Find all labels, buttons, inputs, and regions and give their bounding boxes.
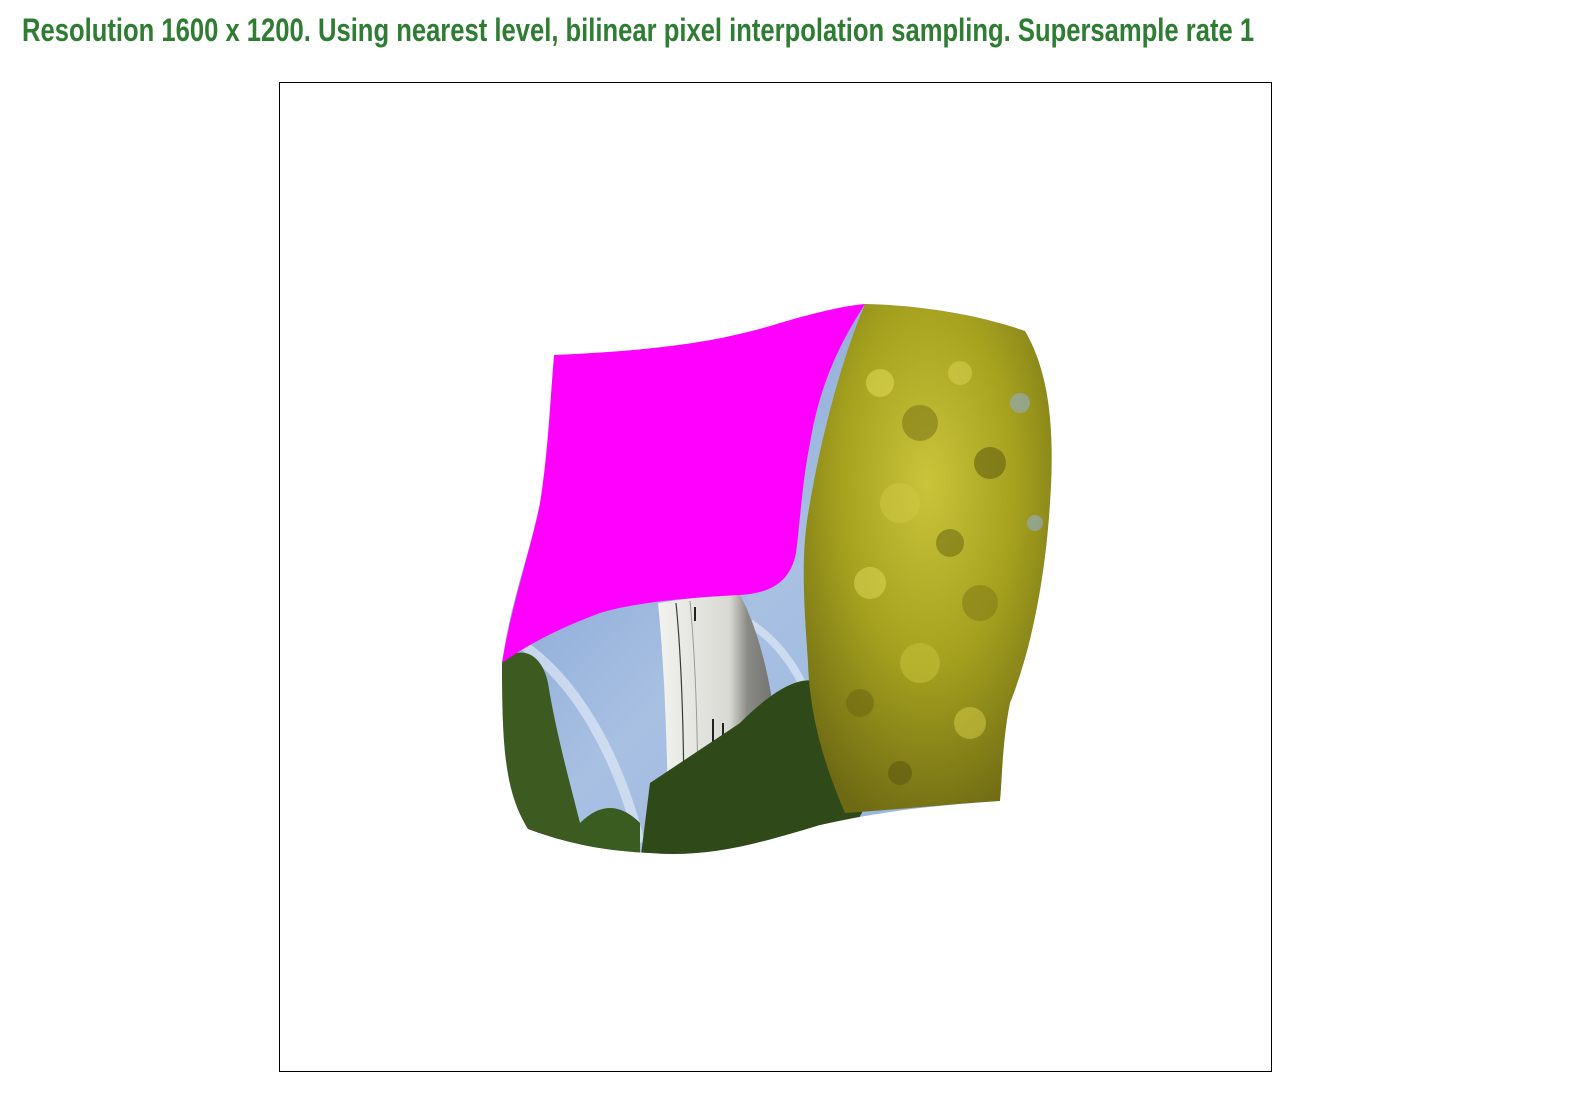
render-viewport[interactable]: [279, 82, 1272, 1072]
texture-mapped-mesh: [502, 304, 1052, 854]
tower-window: [694, 607, 696, 621]
render-status-text: Resolution 1600 x 1200. Using nearest le…: [22, 12, 1262, 48]
app-window: Resolution 1600 x 1200. Using nearest le…: [0, 0, 1580, 1094]
rasterized-canvas: [502, 304, 1052, 854]
tree-texture-region: [803, 304, 1052, 813]
